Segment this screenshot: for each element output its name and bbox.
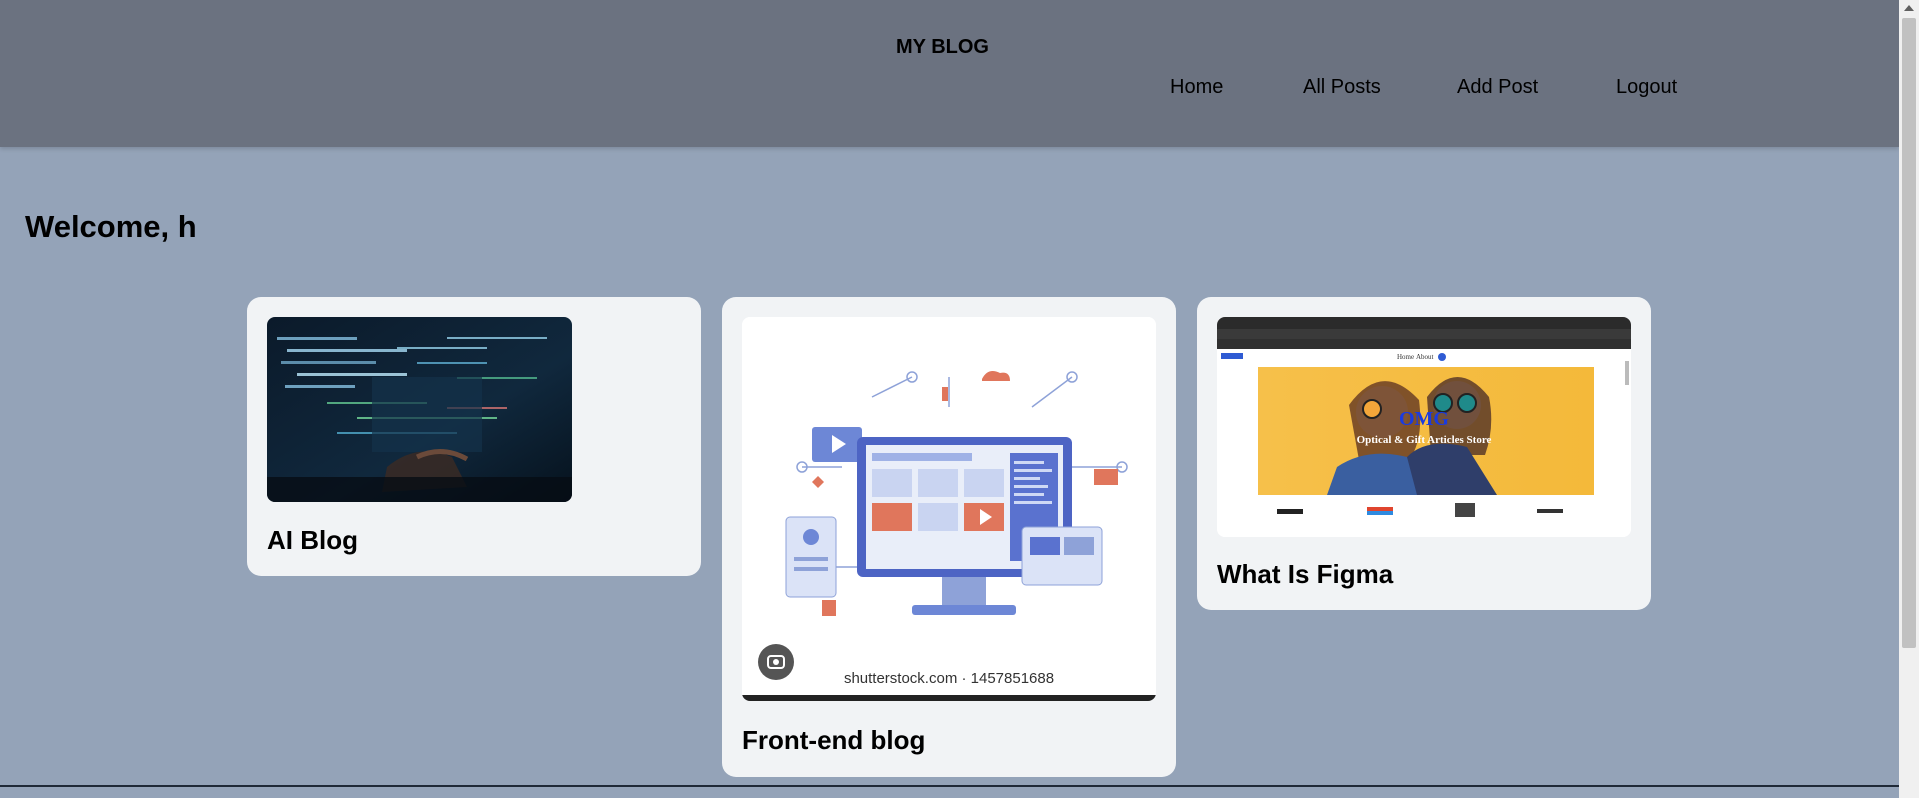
post-title[interactable]: Front-end blog (742, 725, 925, 756)
post-title[interactable]: What Is Figma (1217, 559, 1393, 590)
post-thumbnail[interactable]: shutterstock.com · 1457851688 (742, 317, 1156, 701)
svg-text:Home: Home (1397, 353, 1414, 361)
nav-all-posts[interactable]: All Posts (1303, 76, 1381, 99)
post-thumbnail[interactable]: Home About OMG Optical & Gift Articles S… (1217, 317, 1631, 537)
site-brand[interactable]: MY BLOG (896, 36, 989, 59)
svg-text:Optical & Gift Articles Store: Optical & Gift Articles Store (1357, 434, 1492, 446)
scroll-up-icon[interactable] (1904, 5, 1914, 11)
post-card-ai-blog[interactable]: AI Blog (247, 297, 701, 576)
nav-add-post[interactable]: Add Post (1457, 76, 1538, 99)
site-header: MY BLOG Home All Posts Add Post Logout (0, 0, 1899, 147)
post-title[interactable]: AI Blog (267, 525, 358, 556)
scrollbar-thumb[interactable] (1902, 18, 1916, 648)
image-caption: shutterstock.com · 1457851688 (844, 670, 1054, 687)
page-scrollbar[interactable] (1899, 0, 1919, 798)
post-thumbnail[interactable] (267, 317, 572, 502)
welcome-heading: Welcome, h (25, 209, 197, 244)
svg-text:About: About (1416, 353, 1434, 361)
post-card-what-is-figma[interactable]: Home About OMG Optical & Gift Articles S… (1197, 297, 1651, 610)
nav-home[interactable]: Home (1170, 76, 1223, 99)
footer-divider (0, 785, 1899, 787)
post-card-front-end-blog[interactable]: shutterstock.com · 1457851688 Front-end … (722, 297, 1176, 777)
svg-text:OMG: OMG (1399, 408, 1449, 430)
nav-logout[interactable]: Logout (1616, 76, 1677, 99)
